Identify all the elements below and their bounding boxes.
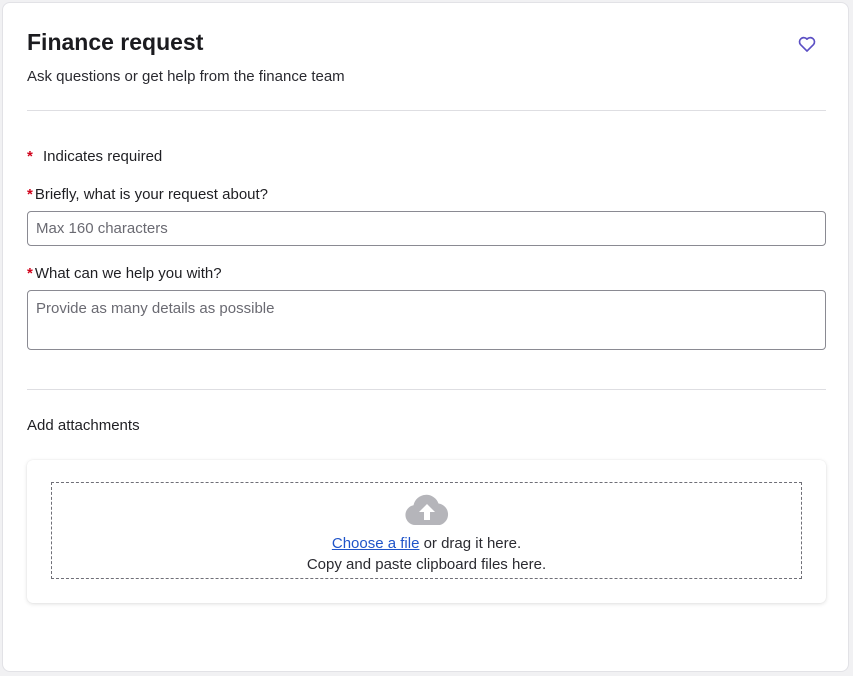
request-about-input[interactable] bbox=[27, 211, 826, 246]
required-asterisk: * bbox=[27, 265, 33, 282]
attachments-heading: Add attachments bbox=[27, 417, 140, 434]
file-dropzone[interactable]: Choose a file or drag it here. Copy and … bbox=[51, 482, 802, 579]
required-note-text: Indicates required bbox=[43, 148, 163, 165]
request-about-label-text: Briefly, what is your request about? bbox=[34, 186, 269, 203]
help-details-label: * What can we help you with? bbox=[27, 264, 222, 284]
dropzone-instructions: Choose a file or drag it here. bbox=[52, 534, 801, 554]
cloud-upload-icon bbox=[405, 494, 449, 525]
required-note: * Indicates required bbox=[27, 147, 162, 167]
paste-instructions: Copy and paste clipboard files here. bbox=[306, 556, 547, 573]
attachments-panel: Choose a file or drag it here. Copy and … bbox=[27, 460, 826, 603]
header-divider bbox=[27, 110, 826, 111]
section-divider bbox=[27, 389, 826, 390]
request-about-label: * Briefly, what is your request about? bbox=[27, 185, 268, 205]
required-asterisk: * bbox=[27, 148, 33, 165]
drag-text: or drag it here. bbox=[419, 535, 522, 552]
page-subtitle: Ask questions or get help from the finan… bbox=[27, 68, 345, 85]
heart-outline-icon[interactable] bbox=[797, 34, 817, 54]
required-asterisk: * bbox=[27, 186, 33, 203]
choose-file-link[interactable]: Choose a file bbox=[332, 535, 420, 552]
page-title: Finance request bbox=[27, 29, 204, 55]
help-details-textarea[interactable] bbox=[27, 290, 826, 350]
help-details-label-text: What can we help you with? bbox=[34, 265, 222, 282]
request-form-card: Finance request Ask questions or get hel… bbox=[2, 2, 849, 672]
